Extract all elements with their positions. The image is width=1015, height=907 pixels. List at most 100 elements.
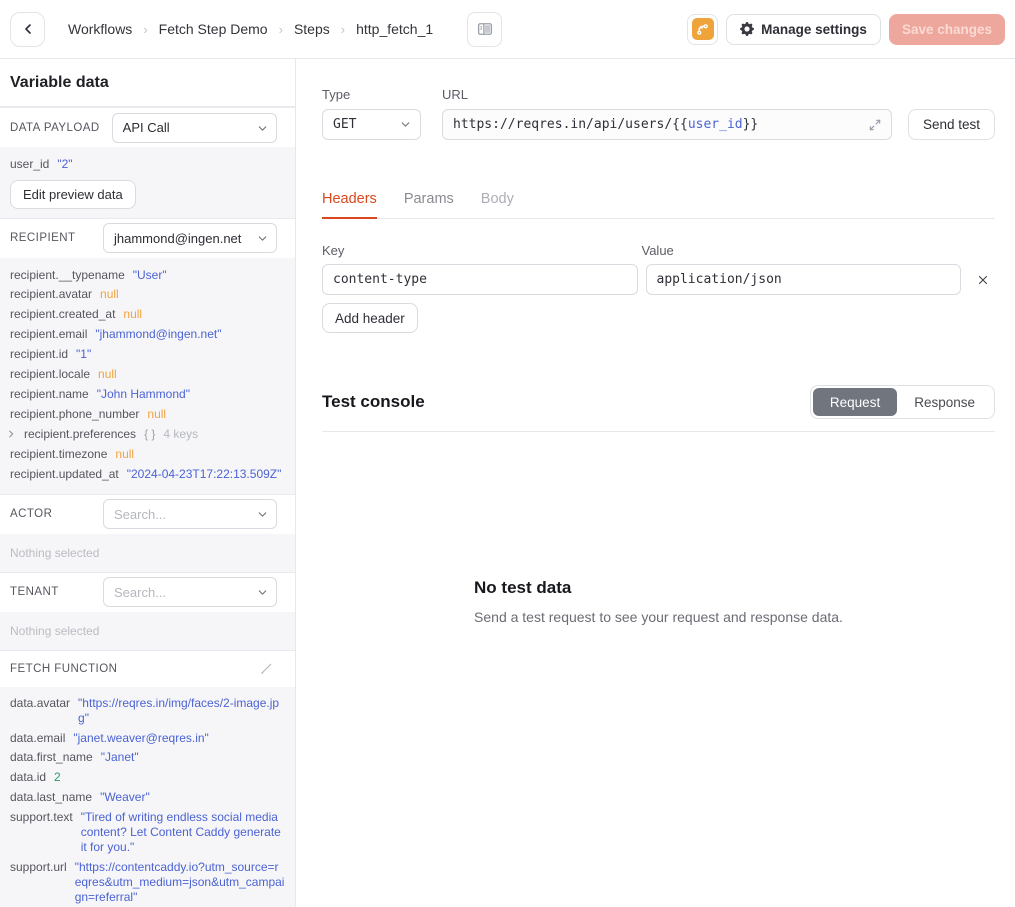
chevron-left-icon bbox=[20, 21, 36, 37]
row-key: recipient.id bbox=[10, 347, 68, 362]
row-value: "https://reqres.in/img/faces/2-image.jpg… bbox=[78, 696, 285, 726]
request-response-toggle: Request Response bbox=[810, 385, 995, 419]
manage-settings-button[interactable]: Manage settings bbox=[726, 14, 881, 45]
row-value: "1" bbox=[76, 347, 91, 362]
expand-icon[interactable] bbox=[868, 118, 882, 136]
header-row: content-type application/json bbox=[322, 264, 995, 295]
git-branch-icon bbox=[692, 18, 714, 40]
back-button[interactable] bbox=[10, 12, 45, 47]
recipient-row: recipient.name"John Hammond" bbox=[0, 384, 295, 404]
http-method-select[interactable]: GET bbox=[322, 109, 421, 140]
row-key: recipient.email bbox=[10, 327, 87, 342]
row-key: recipient.created_at bbox=[10, 307, 115, 322]
tenant-placeholder: Search... bbox=[114, 585, 166, 600]
save-changes-label: Save changes bbox=[902, 22, 992, 37]
row-key: data.id bbox=[10, 770, 46, 785]
recipient-row: recipient.phone_number null bbox=[0, 404, 295, 424]
row-key: support.url bbox=[10, 860, 67, 875]
variable-data-sidebar: Variable data DATA PAYLOAD API Call user… bbox=[0, 59, 296, 907]
fetch-function-preview: data.avatar "https://reqres.in/img/faces/… bbox=[0, 687, 295, 907]
breadcrumb-steps[interactable]: Steps bbox=[294, 21, 330, 37]
empty-state-title: No test data bbox=[474, 578, 571, 598]
actor-search-select[interactable]: Search... bbox=[103, 499, 277, 529]
chevron-down-icon bbox=[256, 232, 269, 248]
tab-headers[interactable]: Headers bbox=[322, 191, 377, 218]
commit-status-button[interactable] bbox=[687, 14, 718, 45]
actor-label: ACTOR bbox=[10, 508, 52, 520]
fetch-row: support.url"https://contentcaddy.io?utm_… bbox=[0, 857, 295, 907]
console-divider bbox=[322, 431, 995, 432]
row-value: "Weaver" bbox=[100, 790, 150, 805]
fetch-row: data.id2 bbox=[0, 768, 295, 788]
row-key: data.first_name bbox=[10, 750, 93, 765]
row-value: "jhammond@ingen.net" bbox=[95, 327, 221, 342]
actor-section-header: ACTOR Search... bbox=[0, 494, 295, 534]
breadcrumb-separator: › bbox=[279, 22, 283, 37]
request-tabs: Headers Params Body bbox=[322, 191, 995, 219]
toggle-request[interactable]: Request bbox=[813, 388, 897, 416]
fetch-function-section-header: FETCH FUNCTION bbox=[0, 650, 295, 687]
chevron-down-icon bbox=[399, 118, 412, 135]
tenant-search-select[interactable]: Search... bbox=[103, 577, 277, 607]
url-input[interactable]: https://reqres.in/api/users/{{user_id}} bbox=[442, 109, 892, 140]
header-key-input[interactable]: content-type bbox=[322, 264, 638, 295]
test-console-title: Test console bbox=[322, 392, 425, 412]
chevron-down-icon bbox=[256, 122, 269, 138]
data-payload-preview: user_id "2" Edit preview data bbox=[0, 147, 295, 218]
row-value: null bbox=[123, 307, 142, 322]
breadcrumb-workflows[interactable]: Workflows bbox=[68, 21, 132, 37]
payload-row: user_id "2" bbox=[0, 154, 295, 174]
close-icon bbox=[977, 274, 989, 286]
toggle-response[interactable]: Response bbox=[897, 388, 992, 416]
breadcrumb: Workflows › Fetch Step Demo › Steps › ht… bbox=[68, 21, 433, 37]
row-key: recipient.updated_at bbox=[10, 467, 119, 482]
remove-header-button[interactable] bbox=[971, 268, 995, 292]
recipient-preferences-row[interactable]: recipient.preferences { } 4 keys bbox=[0, 424, 295, 445]
value-label: Value bbox=[642, 243, 962, 258]
edit-preview-data-button[interactable]: Edit preview data bbox=[10, 180, 136, 209]
fetch-function-label: FETCH FUNCTION bbox=[10, 663, 117, 675]
tab-params[interactable]: Params bbox=[404, 191, 454, 218]
breadcrumb-separator: › bbox=[143, 22, 147, 37]
recipient-label: RECIPIENT bbox=[10, 232, 75, 244]
header-value-input[interactable]: application/json bbox=[646, 264, 962, 295]
add-header-button[interactable]: Add header bbox=[322, 303, 418, 333]
url-close-braces: }} bbox=[743, 117, 759, 132]
recipient-select[interactable]: jhammond@ingen.net bbox=[103, 223, 277, 253]
edit-fetch-function-button[interactable] bbox=[256, 658, 277, 679]
row-value: null bbox=[147, 407, 166, 422]
fetch-row: data.last_name "Weaver" bbox=[0, 788, 295, 808]
send-test-button[interactable]: Send test bbox=[908, 109, 995, 140]
row-key: recipient.timezone bbox=[10, 447, 107, 462]
recipient-row: recipient.__typename"User" bbox=[0, 265, 295, 285]
actor-empty-state: Nothing selected bbox=[0, 534, 295, 572]
chevron-right-icon bbox=[6, 428, 16, 443]
row-key: recipient.locale bbox=[10, 367, 90, 382]
row-key: recipient.preferences bbox=[24, 427, 136, 442]
data-payload-section-header: DATA PAYLOAD API Call bbox=[0, 107, 295, 147]
tenant-label: TENANT bbox=[10, 586, 59, 598]
recipient-row: recipient.created_at null bbox=[0, 305, 295, 325]
breadcrumb-separator: › bbox=[341, 22, 345, 37]
top-header: Workflows › Fetch Step Demo › Steps › ht… bbox=[0, 0, 1015, 59]
toggle-sidebar-button[interactable] bbox=[467, 12, 502, 47]
empty-state-subtitle: Send a test request to see your request … bbox=[474, 609, 843, 625]
save-changes-button[interactable]: Save changes bbox=[889, 14, 1005, 45]
fetch-step-editor: Type GET URL https://reqres.in/api/users… bbox=[296, 59, 1015, 907]
key-label: Key bbox=[322, 243, 642, 258]
row-key: data.last_name bbox=[10, 790, 92, 805]
recipient-row: recipient.updated_at "2024-04-23T17:22:13… bbox=[0, 465, 295, 485]
tab-body[interactable]: Body bbox=[481, 191, 514, 218]
row-value: null bbox=[98, 367, 117, 382]
recipient-row: recipient.timezonenull bbox=[0, 445, 295, 465]
data-payload-selected-value: API Call bbox=[123, 120, 170, 135]
row-value: "2024-04-23T17:22:13.509Z" bbox=[127, 467, 282, 482]
data-payload-select[interactable]: API Call bbox=[112, 113, 277, 143]
tenant-section-header: TENANT Search... bbox=[0, 572, 295, 612]
breadcrumb-workflow-name[interactable]: Fetch Step Demo bbox=[159, 21, 268, 37]
recipient-row: recipient.locale null bbox=[0, 364, 295, 384]
row-key: recipient.phone_number bbox=[10, 407, 139, 422]
type-label: Type bbox=[322, 87, 421, 102]
url-open-braces: {{ bbox=[672, 117, 688, 132]
row-key: data.avatar bbox=[10, 696, 70, 711]
